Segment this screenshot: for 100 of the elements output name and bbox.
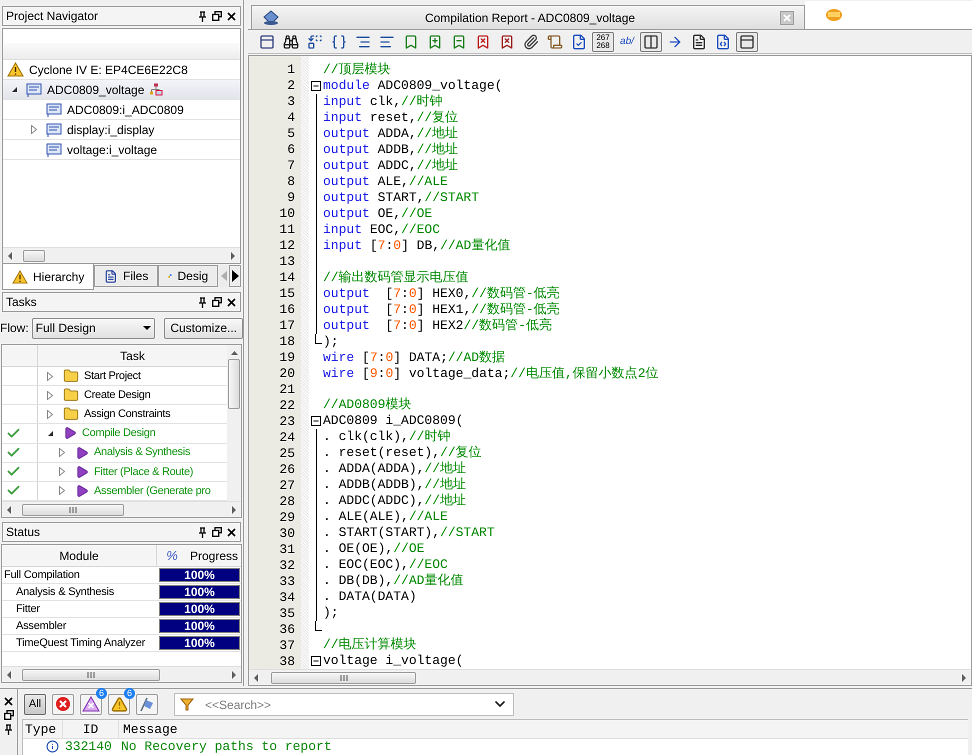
code-line: output ADDC,//地址 bbox=[323, 158, 458, 174]
code-line: output [7:0] HEX0,//数码管-低亮 bbox=[323, 286, 560, 302]
editor-tab[interactable]: Compilation Report - ADC0809_voltage bbox=[251, 5, 805, 29]
column-header[interactable]: Module bbox=[2, 545, 157, 566]
task-label: Compile Design bbox=[82, 426, 156, 442]
message-text: No Recovery paths to report bbox=[120, 739, 332, 754]
code-line: . ADDC(ADDC),//地址 bbox=[323, 493, 466, 510]
code-line: output START,//START bbox=[323, 190, 480, 206]
progress-text: 100% bbox=[183, 637, 216, 649]
tree-item[interactable]: Cyclone IV E: EP4CE6E22C8 bbox=[3, 60, 240, 80]
code-line: //顶层模块 bbox=[323, 62, 391, 78]
line-number: 27 bbox=[278, 478, 296, 494]
line-number: 26 bbox=[278, 462, 296, 478]
code-line: output [7:0] HEX2//数码管-低亮 bbox=[323, 318, 552, 334]
line-number: 24 bbox=[278, 430, 296, 446]
line-number: 11 bbox=[278, 222, 296, 238]
task-row[interactable]: Analysis & Synthesis bbox=[2, 444, 227, 463]
line-number: 8 bbox=[286, 174, 296, 190]
task-label: Fitter (Place & Route) bbox=[94, 464, 194, 480]
line-number: 30 bbox=[278, 526, 296, 542]
task-row[interactable]: Fitter (Place & Route) bbox=[2, 462, 227, 482]
task-label: Create Design bbox=[84, 388, 150, 403]
code-line: //AD0809模块 bbox=[323, 397, 412, 414]
line-numbers-button[interactable]: 267 268 bbox=[592, 32, 614, 52]
line-number: 37 bbox=[278, 638, 296, 654]
message-id: 332140 bbox=[64, 739, 113, 754]
panel-tab[interactable]: Desig bbox=[158, 265, 218, 287]
code-line: output [7:0] HEX1,//数码管-低亮 bbox=[323, 302, 560, 318]
code-line: . ADDA(ADDA),//地址 bbox=[323, 461, 466, 477]
code-line: . DATA(DATA) bbox=[323, 589, 417, 606]
code-line: module ADC0809_voltage( bbox=[323, 78, 502, 94]
tree-item-label: ADC0809:i_ADC0809 bbox=[67, 102, 184, 118]
tree-item-label: Cyclone IV E: EP4CE6E22C8 bbox=[29, 62, 188, 78]
flow-label: Flow: bbox=[0, 320, 29, 337]
line-number: 22 bbox=[278, 398, 296, 414]
column-header[interactable]: ID bbox=[63, 720, 119, 738]
column-header[interactable]: % bbox=[157, 545, 187, 566]
tree-item[interactable]: ADC0809_voltage bbox=[3, 80, 240, 100]
code-line: output ADDA,//地址 bbox=[323, 126, 458, 142]
line-number: 28 bbox=[278, 494, 296, 510]
line-number: 13 bbox=[278, 254, 296, 270]
code-line: output OE,//OE bbox=[323, 206, 432, 222]
code-line: . ALE(ALE),//ALE bbox=[323, 509, 448, 526]
panel-title: Tasks bbox=[6, 294, 37, 311]
line-number: 31 bbox=[278, 542, 296, 558]
line-number: 12 bbox=[278, 238, 296, 254]
task-label: Assign Constraints bbox=[84, 407, 170, 422]
column-header[interactable]: Type bbox=[23, 720, 63, 738]
module-cell-text: Assembler bbox=[15, 618, 68, 634]
panel-title: Project Navigator bbox=[6, 8, 98, 25]
line-number: 21 bbox=[278, 382, 296, 398]
task-row[interactable]: Assign Constraints bbox=[2, 405, 227, 424]
code-line: . OE(OE),//OE bbox=[323, 541, 424, 558]
line-number: 1 bbox=[286, 62, 296, 78]
code-line: input reset,//复位 bbox=[323, 110, 458, 126]
panel-tab[interactable]: Hierarchy bbox=[2, 264, 94, 290]
line-number: 10 bbox=[278, 206, 296, 222]
progress-text: 100% bbox=[183, 586, 216, 598]
column-header[interactable]: Progress bbox=[187, 545, 241, 566]
count-badge: 6 bbox=[96, 688, 107, 698]
task-row[interactable]: Start Project bbox=[2, 367, 227, 386]
line-number: 5 bbox=[286, 126, 296, 142]
line-number: 23 bbox=[278, 414, 296, 430]
flow-dropdown[interactable]: Full Design bbox=[32, 318, 156, 338]
line-number: 25 bbox=[278, 446, 296, 462]
progress-text: 100% bbox=[183, 569, 216, 581]
module-cell-text: Analysis & Synthesis bbox=[15, 584, 116, 600]
code-line: . ADDB(ADDB),//地址 bbox=[323, 477, 466, 493]
wrap-button[interactable]: ab/ bbox=[616, 32, 638, 52]
code-line: output ADDB,//地址 bbox=[323, 142, 458, 158]
progress-text: 100% bbox=[183, 620, 216, 632]
code-line: //输出数码管显示电压值 bbox=[323, 270, 469, 286]
code-line: voltage i_voltage( bbox=[323, 653, 464, 669]
line-number: 19 bbox=[278, 350, 296, 366]
task-row[interactable]: Compile Design bbox=[2, 424, 227, 444]
line-number: 29 bbox=[278, 510, 296, 526]
code-line: input clk,//时钟 bbox=[323, 94, 443, 110]
code-line: wire [7:0] DATA;//AD数据 bbox=[323, 350, 506, 366]
line-number: 33 bbox=[278, 574, 296, 590]
line-number: 14 bbox=[278, 270, 296, 286]
module-cell-text: Full Compilation bbox=[3, 568, 81, 583]
code-line: . EOC(EOC),//EOC bbox=[323, 557, 448, 574]
line-number: 9 bbox=[286, 190, 296, 206]
module-cell-text: TimeQuest Timing Analyzer bbox=[15, 636, 146, 651]
code-line: ); bbox=[323, 334, 339, 350]
code-line: output ALE,//ALE bbox=[323, 174, 448, 190]
line-number: 4 bbox=[286, 110, 296, 126]
tree-item-label: display:i_display bbox=[67, 122, 154, 138]
filter-button[interactable]: All bbox=[24, 694, 46, 714]
line-number: 7 bbox=[286, 158, 296, 174]
customize-button[interactable]: Customize... bbox=[164, 318, 243, 338]
column-header[interactable]: Message bbox=[119, 720, 178, 738]
search-field[interactable]: <<Search>> bbox=[174, 693, 514, 716]
panel-title: Status bbox=[6, 524, 40, 541]
line-number: 38 bbox=[278, 654, 296, 669]
line-number: 2 bbox=[286, 78, 296, 94]
task-row[interactable]: Create Design bbox=[2, 386, 227, 406]
panel-tab[interactable]: Files bbox=[94, 265, 158, 287]
code-line: input [7:0] DB,//AD量化值 bbox=[323, 238, 510, 254]
line-number: 3 bbox=[286, 94, 296, 110]
